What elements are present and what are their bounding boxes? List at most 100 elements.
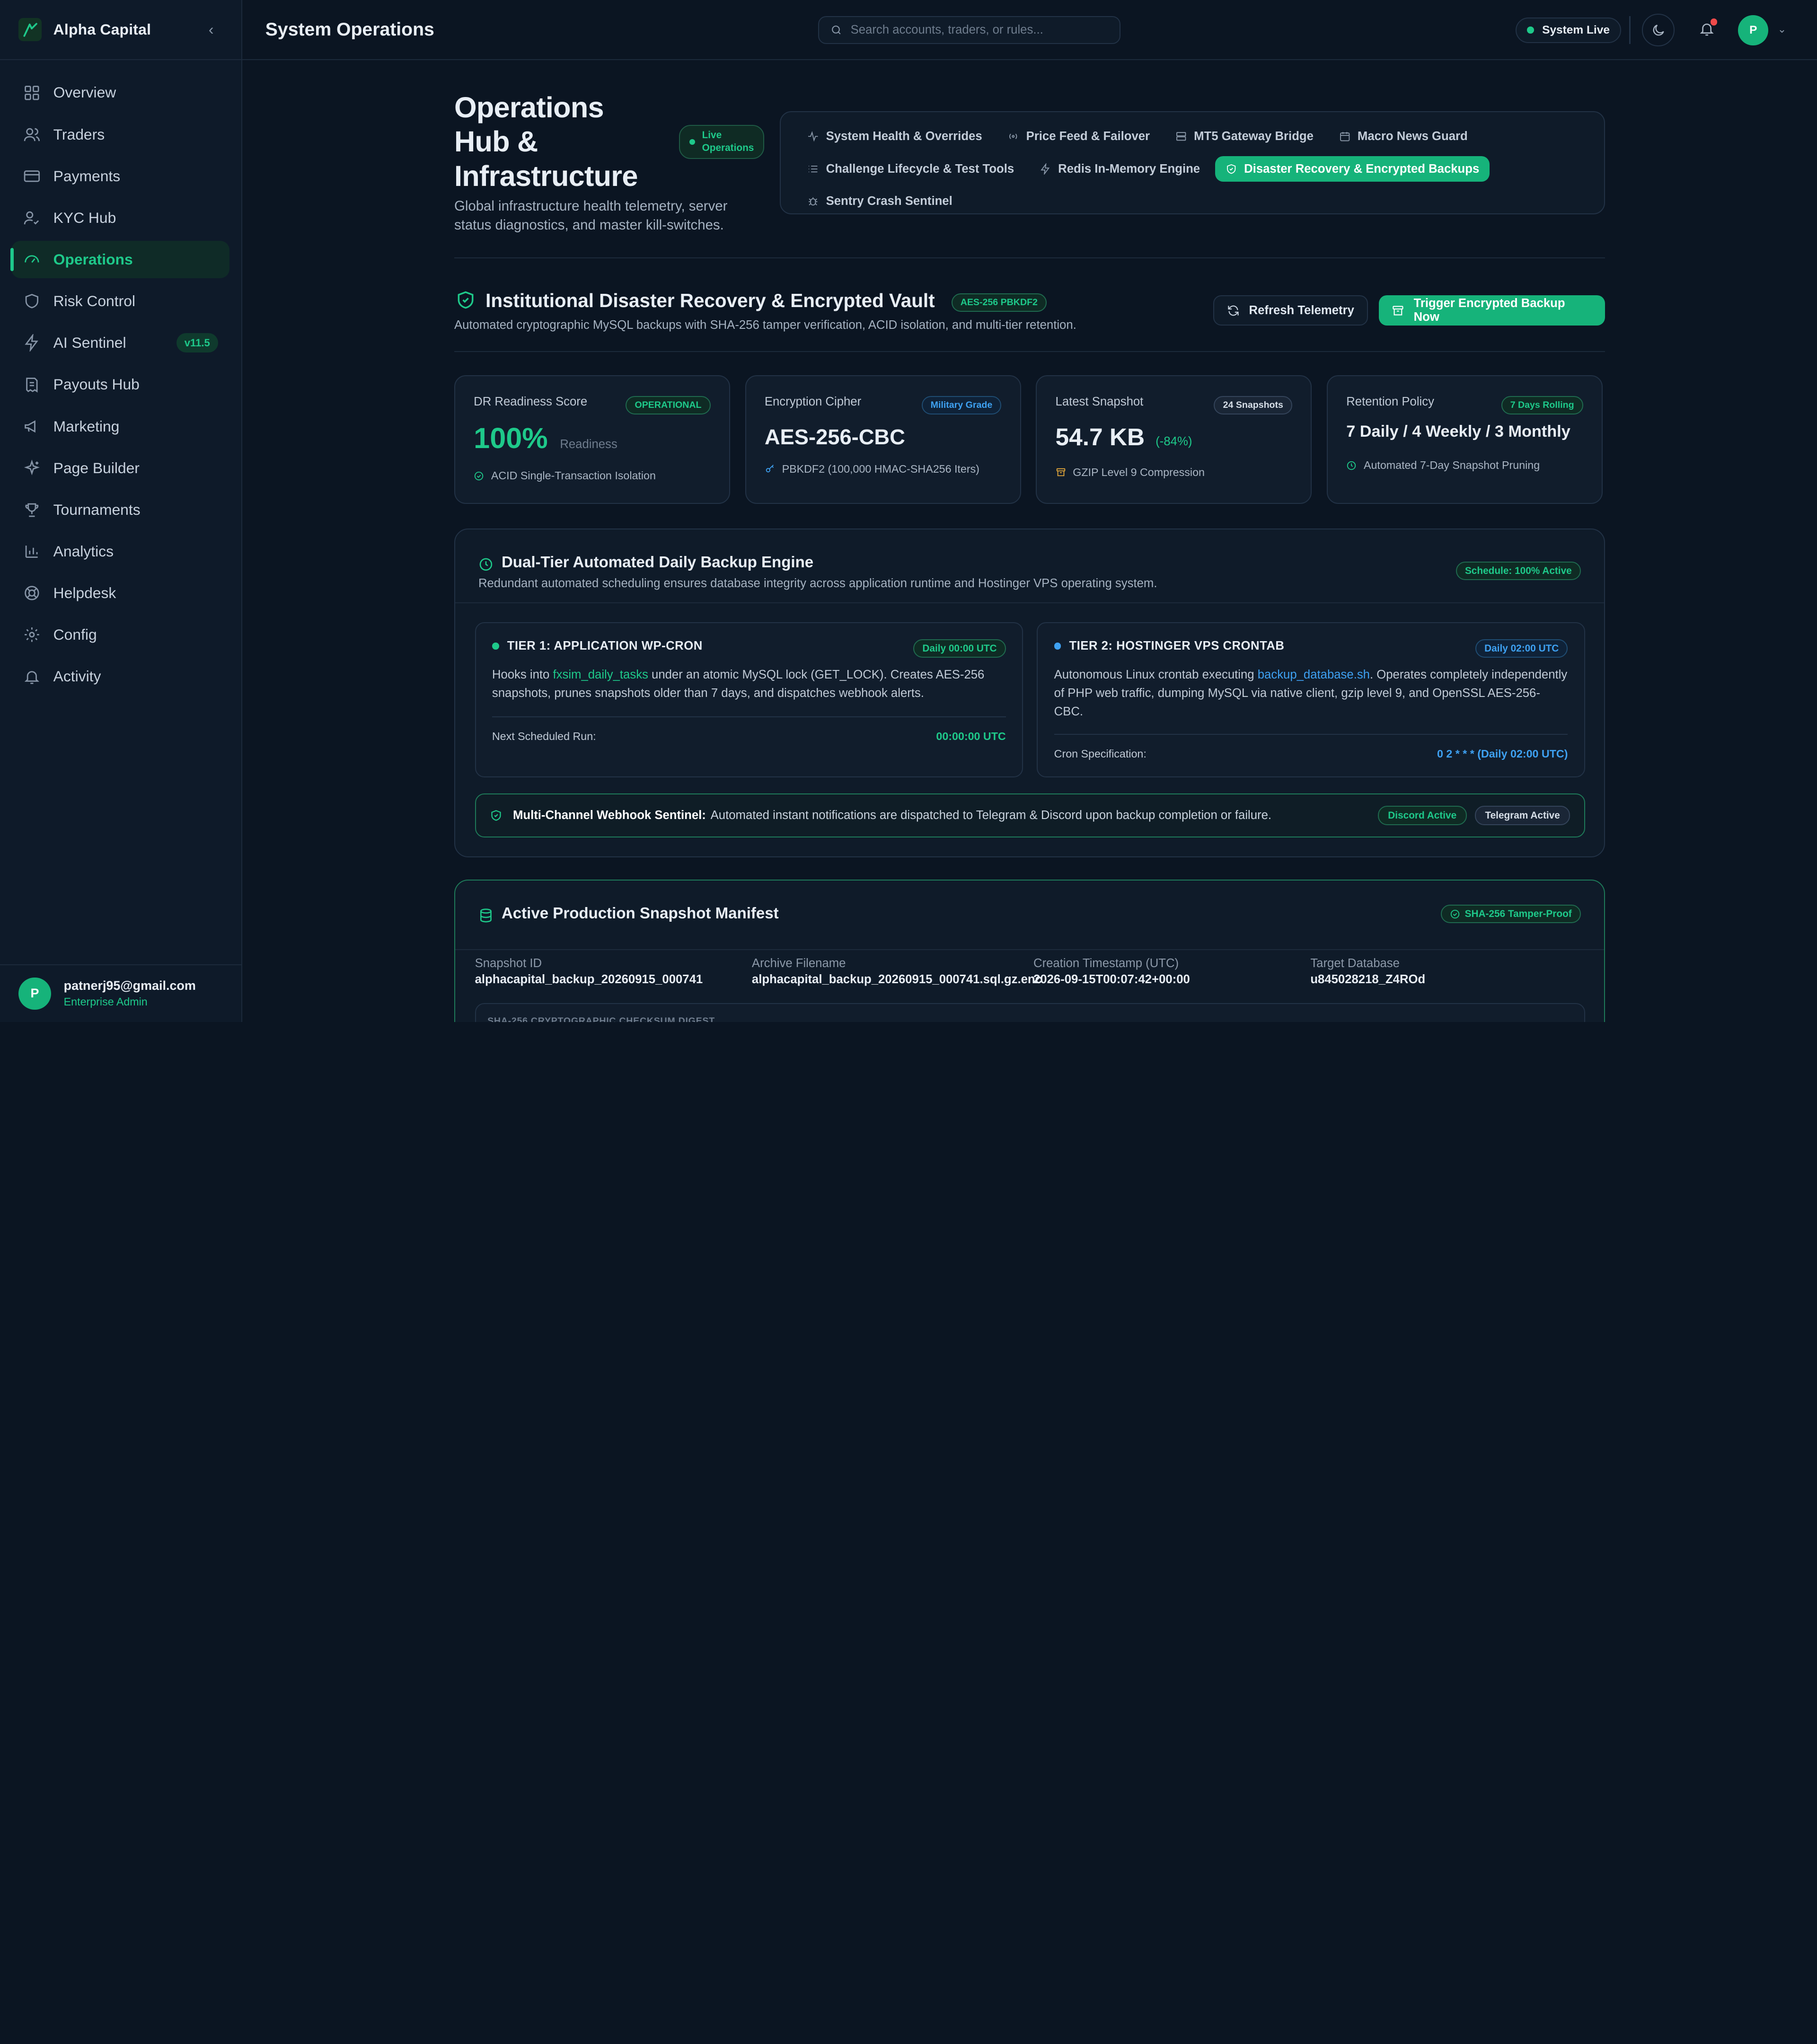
sidebar-item-payouts-hub[interactable]: Payouts Hub: [11, 366, 229, 403]
next-run-label: Next Scheduled Run:: [492, 730, 596, 742]
sidebar-item-traders[interactable]: Traders: [11, 116, 229, 153]
sidebar-item-analytics[interactable]: Analytics: [11, 533, 229, 570]
tab-mt5-gateway[interactable]: MT5 Gateway Bridge: [1165, 124, 1324, 150]
sidebar-item-kyc-hub[interactable]: KYC Hub: [11, 199, 229, 236]
divider: [1629, 16, 1631, 44]
sidebar-item-ai-sentinel[interactable]: AI Sentinel v11.5: [11, 325, 229, 361]
field-value: alphacapital_backup_20260915_000741: [475, 973, 703, 987]
brand-header: Alpha Capital ‹: [0, 0, 241, 61]
archive-icon: [1056, 468, 1065, 476]
field-label: Creation Timestamp (UTC): [1033, 957, 1179, 970]
webhook-label: Multi-Channel Webhook Sentinel:: [512, 809, 706, 822]
field-value: 2026-09-15T00:07:42+00:00: [1033, 973, 1190, 987]
manifest-field-snapshot-id: Snapshot ID alphacapital_backup_20260915…: [475, 957, 752, 987]
tier-1-card: TIER 1: APPLICATION WP-CRON Daily 00:00 …: [475, 622, 1023, 777]
manifest-field-timestamp: Creation Timestamp (UTC) 2026-09-15T00:0…: [1033, 957, 1310, 987]
avatar: P: [18, 977, 51, 1010]
lightning-icon: [1041, 163, 1050, 175]
tab-macro-news[interactable]: Macro News Guard: [1329, 124, 1478, 150]
tab-system-health[interactable]: System Health & Overrides: [797, 124, 992, 150]
webhook-text: Automated instant notifications are disp…: [710, 809, 1272, 822]
tier-desc-part: Autonomous Linux crontab executing: [1054, 668, 1258, 681]
shield-icon: [25, 294, 38, 308]
sidebar-user[interactable]: P patnerj95@gmail.com Enterprise Admin: [0, 964, 241, 1022]
tab-sentry-crash[interactable]: Sentry Crash Sentinel: [797, 189, 962, 214]
sidebar-item-tournaments[interactable]: Tournaments: [11, 491, 229, 528]
snapshot-manifest-card: Active Production Snapshot Manifest SHA-…: [454, 879, 1605, 1022]
status-badge: 7 Days Rolling: [1501, 396, 1583, 415]
next-run-value: 00:00:00 UTC: [936, 730, 1006, 742]
discord-status-badge: Discord Active: [1377, 805, 1467, 826]
script-name: backup_database.sh: [1257, 668, 1370, 681]
sidebar: Alpha Capital ‹ Overview Traders Payment…: [0, 0, 242, 1022]
stat-foot: ACID Single-Transaction Isolation: [474, 469, 656, 482]
sidebar-item-helpdesk[interactable]: Helpdesk: [11, 574, 229, 611]
tab-price-feed[interactable]: Price Feed & Failover: [997, 124, 1160, 150]
brand-name: Alpha Capital: [53, 21, 151, 38]
sidebar-item-config[interactable]: Config: [11, 617, 229, 653]
manifest-field-target-db: Target Database u845028218_Z4ROd: [1310, 957, 1587, 987]
hero-title: Operations Hub & Infrastructure: [454, 91, 638, 192]
sidebar-item-label: Page Builder: [53, 459, 140, 476]
chevron-down-icon[interactable]: ⌄: [1778, 23, 1786, 35]
tier-desc-part: Hooks into: [492, 668, 553, 681]
notifications-button[interactable]: [1693, 15, 1721, 43]
tab-bar: System Health & Overrides Price Feed & F…: [780, 111, 1605, 215]
bar-chart-icon: [25, 546, 38, 558]
tier-description: Autonomous Linux crontab executing backu…: [1054, 666, 1568, 722]
stat-foot-text: Automated 7-Day Snapshot Pruning: [1363, 459, 1540, 472]
sidebar-item-overview[interactable]: Overview: [11, 74, 229, 111]
sidebar-item-risk-control[interactable]: Risk Control: [11, 282, 229, 319]
sidebar-item-label: Payments: [53, 167, 121, 185]
trigger-backup-button[interactable]: Trigger Encrypted Backup Now: [1379, 295, 1605, 326]
sidebar-item-label: KYC Hub: [53, 209, 116, 226]
sidebar-item-activity[interactable]: Activity: [11, 658, 229, 695]
page-title: System Operations: [265, 19, 434, 40]
pulse-icon: [808, 131, 818, 142]
tier-2-card: TIER 2: HOSTINGER VPS CRONTAB Daily 02:0…: [1037, 622, 1585, 777]
tab-redis-engine[interactable]: Redis In-Memory Engine: [1029, 156, 1210, 182]
check-circle-icon: [474, 471, 484, 480]
tier-footer: Next Scheduled Run: 00:00:00 UTC: [492, 716, 1006, 743]
sidebar-item-label: Overview: [53, 84, 116, 101]
tab-label: Sentry Crash Sentinel: [826, 194, 953, 208]
button-label: Trigger Encrypted Backup Now: [1413, 297, 1565, 324]
tab-disaster-recovery[interactable]: Disaster Recovery & Encrypted Backups: [1215, 156, 1490, 182]
user-email: patnerj95@gmail.com: [63, 978, 196, 993]
stat-value-row: 54.7 KB (-84%): [1056, 423, 1293, 451]
collapse-sidebar-icon[interactable]: ‹: [200, 18, 223, 41]
live-operations-badge: Live Operations: [679, 125, 764, 159]
sidebar-item-page-builder[interactable]: Page Builder: [11, 449, 229, 486]
sidebar-item-payments[interactable]: Payments: [11, 158, 229, 194]
search-icon: [832, 26, 841, 35]
stat-value-row: 100% Readiness: [474, 422, 711, 455]
tier-schedule-badge: Daily 02:00 UTC: [1475, 639, 1568, 658]
topbar: System Operations System Live P ⌄: [242, 0, 1817, 61]
stat-foot-text: PBKDF2 (100,000 HMAC-SHA256 Iters): [782, 462, 979, 475]
tier-footer: Cron Specification: 0 2 * * * (Daily 02:…: [1054, 733, 1568, 760]
lightning-icon: [25, 334, 38, 352]
engine-subtitle: Redundant automated scheduling ensures d…: [478, 577, 1157, 590]
cron-spec-label: Cron Specification:: [1054, 747, 1147, 760]
version-badge: v11.5: [176, 333, 218, 353]
refresh-icon: [1228, 305, 1239, 316]
field-label: Target Database: [1310, 957, 1400, 970]
hero: Operations Hub & Infrastructure Live Oper…: [454, 60, 1605, 257]
grid-icon: [25, 85, 39, 100]
theme-toggle-button[interactable]: [1642, 14, 1675, 46]
bug-icon: [809, 197, 818, 206]
tab-challenge-lifecycle[interactable]: Challenge Lifecycle & Test Tools: [797, 156, 1024, 182]
sidebar-item-operations[interactable]: Operations: [10, 241, 230, 278]
sidebar-item-marketing[interactable]: Marketing: [11, 408, 229, 445]
tab-label: Macro News Guard: [1357, 130, 1468, 143]
refresh-telemetry-button[interactable]: Refresh Telemetry: [1213, 295, 1368, 326]
status-dot-icon: [689, 139, 695, 145]
sidebar-item-label: Analytics: [53, 542, 114, 560]
search-input[interactable]: [850, 23, 1108, 37]
tier-description: Hooks into fxsim_daily_tasks under an at…: [492, 666, 1006, 703]
tamper-proof-badge: SHA-256 Tamper-Proof: [1440, 905, 1581, 924]
avatar[interactable]: P: [1738, 15, 1769, 45]
stat-card-retention: Retention Policy 7 Days Rolling 7 Daily …: [1327, 375, 1603, 504]
archive-icon: [1393, 306, 1403, 316]
users-icon: [24, 128, 40, 141]
